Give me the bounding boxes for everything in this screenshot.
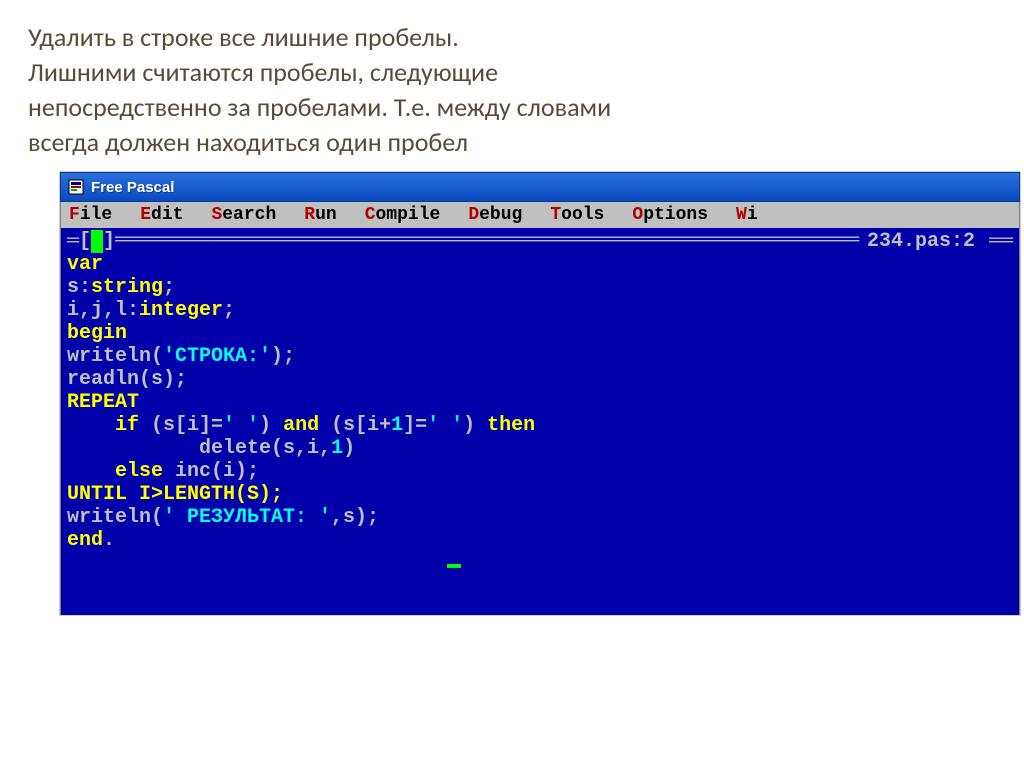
code-editor[interactable]: ═[■] 234.pas:2 ══ var s:string; i,j,l:in… — [60, 228, 1020, 615]
menu-bar: File Edit Search Run Compile Debug Tools… — [60, 202, 1020, 228]
title-line-3: непосредственно за пробелами. Т.е. между… — [28, 90, 996, 125]
ide-window: Free Pascal File Edit Search Run Compile… — [60, 172, 1020, 615]
text-cursor — [447, 564, 461, 568]
app-icon — [67, 178, 85, 196]
code-line: s:string; — [61, 276, 1019, 299]
window-title: Free Pascal — [91, 179, 174, 196]
menu-file[interactable]: File — [69, 205, 112, 225]
menu-search[interactable]: Search — [211, 205, 276, 225]
code-line: writeln(' РЕЗУЛЬТАТ: ',s); — [61, 506, 1019, 529]
editor-frame-top: ═[■] 234.pas:2 ══ — [61, 230, 1019, 253]
editor-filename: 234.pas:2 — [865, 230, 989, 253]
menu-options[interactable]: Options — [632, 205, 708, 225]
menu-debug[interactable]: Debug — [468, 205, 522, 225]
code-line: i,j,l:integer; — [61, 299, 1019, 322]
window-titlebar[interactable]: Free Pascal — [60, 172, 1020, 202]
code-line: delete(s,i,1) — [61, 437, 1019, 460]
title-line-4: всегда должен находиться один пробел — [28, 125, 996, 160]
menu-edit[interactable]: Edit — [140, 205, 183, 225]
menu-run[interactable]: Run — [304, 205, 336, 225]
code-line: REPEAT — [61, 391, 1019, 414]
code-line: else inc(i); — [61, 460, 1019, 483]
code-line: if (s[i]=' ') and (s[i+1]=' ') then — [61, 414, 1019, 437]
code-line: var — [61, 253, 1019, 276]
code-line: begin — [61, 322, 1019, 345]
menu-compile[interactable]: Compile — [365, 205, 441, 225]
cursor-line — [61, 552, 1019, 575]
code-line: readln(s); — [61, 368, 1019, 391]
menu-tools[interactable]: Tools — [550, 205, 604, 225]
menu-window[interactable]: Wi — [736, 205, 758, 225]
slide-title: Удалить в строке все лишние пробелы. Лиш… — [0, 0, 1024, 172]
code-line: writeln('СТРОКА:'); — [61, 345, 1019, 368]
code-line: end. — [61, 529, 1019, 552]
title-line-2: Лишними считаются пробелы, следующие — [28, 55, 996, 90]
title-line-1: Удалить в строке все лишние пробелы. — [28, 20, 996, 55]
code-line: UNTIL I>LENGTH(S); — [61, 483, 1019, 506]
